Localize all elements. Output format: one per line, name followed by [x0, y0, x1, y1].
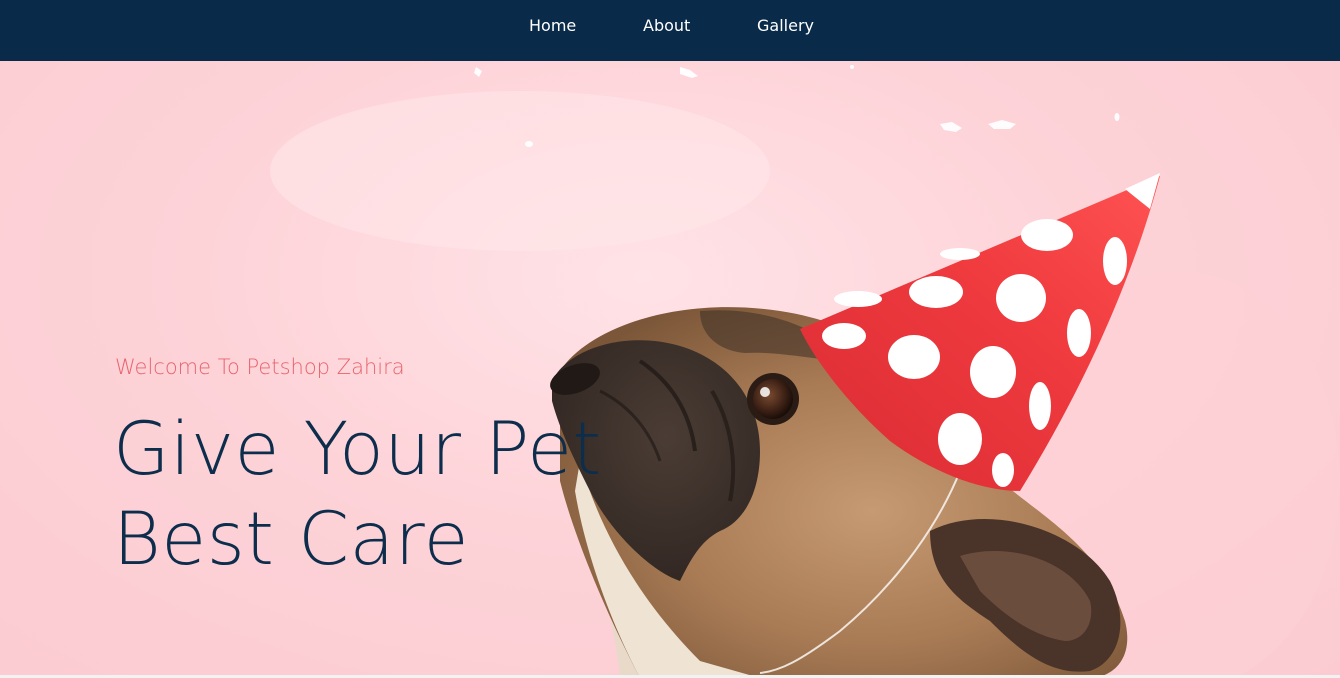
top-navbar: Home About Gallery	[0, 0, 1340, 61]
hero-headline: Give Your Pet Best Care	[113, 405, 602, 585]
nav-link-gallery[interactable]: Gallery	[757, 16, 814, 36]
hero-subtitle: Welcome To Petshop Zahira	[115, 355, 405, 379]
hero-section: Welcome To Petshop Zahira Give Your Pet …	[0, 61, 1340, 678]
nav-link-about[interactable]: About	[643, 16, 690, 36]
nav-link-home[interactable]: Home	[529, 16, 576, 36]
hero-headline-line-2: Best Care	[113, 497, 470, 582]
hero-headline-line-1: Give Your Pet	[113, 407, 602, 492]
